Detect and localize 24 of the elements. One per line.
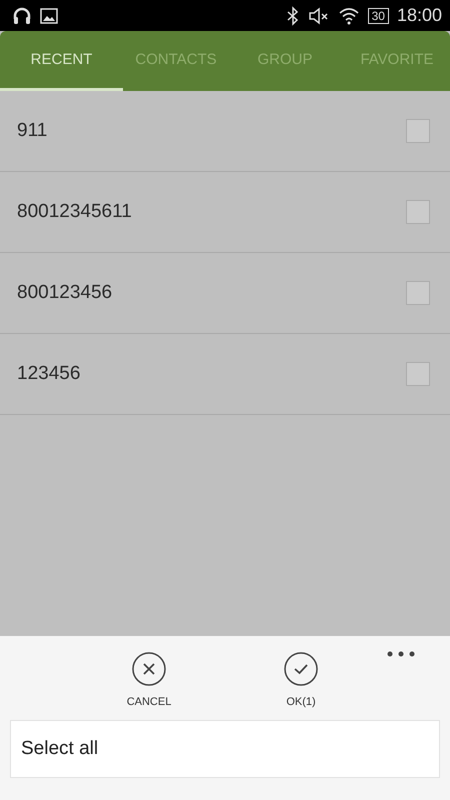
- phone-number: 800123456: [17, 282, 114, 304]
- cancel-button[interactable]: CANCEL: [97, 652, 201, 708]
- muted-speaker-icon: [308, 6, 330, 24]
- checkbox[interactable]: [406, 200, 430, 224]
- headphones-icon: [12, 6, 32, 24]
- phone-number: 80012345611: [17, 201, 133, 223]
- bluetooth-icon: [286, 6, 300, 26]
- select-all-option[interactable]: Select all: [10, 720, 440, 778]
- image-icon: [40, 8, 58, 24]
- checkbox[interactable]: [406, 119, 430, 143]
- phone-number: 911: [17, 120, 48, 142]
- tab[interactable]: CONTACTS: [123, 31, 229, 91]
- clock-time: 18:00: [396, 5, 442, 26]
- phone-number: 123456: [17, 363, 82, 385]
- tab[interactable]: FAVORITE: [341, 31, 450, 91]
- check-icon: [284, 652, 318, 686]
- cancel-icon: [132, 652, 166, 686]
- wifi-icon: [338, 6, 360, 24]
- checkbox[interactable]: [406, 281, 430, 305]
- battery-icon: 30: [368, 8, 389, 24]
- tab[interactable]: GROUP: [229, 31, 341, 91]
- more-icon[interactable]: [386, 650, 416, 658]
- ok-button[interactable]: OK(1): [249, 652, 353, 708]
- checkbox[interactable]: [406, 362, 430, 386]
